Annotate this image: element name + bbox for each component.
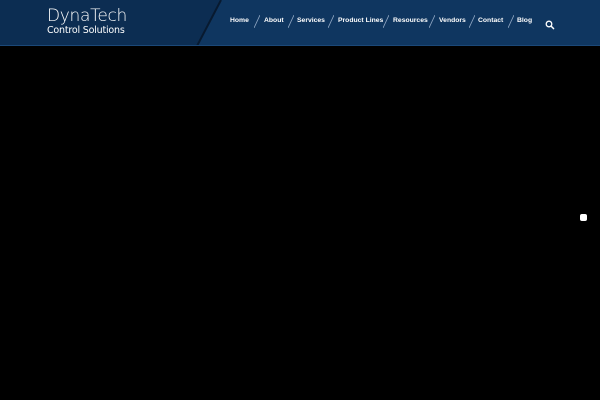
main-navigation: Home About Services Product Lines Resour… (0, 0, 600, 45)
slider-dot-active[interactable] (580, 214, 587, 221)
nav-item-blog[interactable]: Blog (517, 16, 532, 26)
nav-separator (508, 15, 514, 28)
nav-separator (288, 15, 294, 28)
search-icon[interactable] (545, 17, 555, 30)
nav-item-home[interactable]: Home (230, 16, 249, 26)
nav-item-about[interactable]: About (264, 16, 284, 26)
site-header: DynaTech Control Solutions Home About Se… (0, 0, 600, 46)
hero-slider (0, 47, 600, 400)
nav-item-vendors[interactable]: Vendors (439, 16, 466, 26)
nav-separator (254, 15, 260, 28)
nav-separator (429, 15, 435, 28)
nav-separator (469, 15, 475, 28)
nav-item-services[interactable]: Services (297, 16, 325, 26)
nav-item-resources[interactable]: Resources (393, 16, 428, 26)
nav-separator (328, 15, 334, 28)
nav-separator (383, 15, 389, 28)
nav-item-contact[interactable]: Contact (478, 16, 503, 26)
nav-item-product-lines[interactable]: Product Lines (338, 16, 383, 26)
